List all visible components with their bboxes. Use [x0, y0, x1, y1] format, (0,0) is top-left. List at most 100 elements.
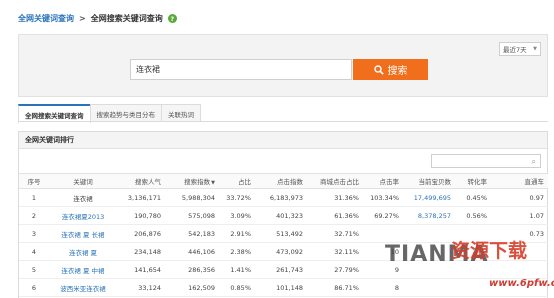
- data-cell: 190,780: [117, 206, 165, 225]
- data-cell: 33.72%: [219, 188, 255, 207]
- column-header-label: 搜索指数: [184, 178, 211, 186]
- column-header[interactable]: 直通车: [491, 173, 548, 189]
- rank-cell: 2: [19, 206, 49, 225]
- data-cell: 0.85%: [219, 278, 255, 297]
- column-header[interactable]: 转化率: [455, 173, 491, 189]
- column-header[interactable]: 关键词: [49, 173, 117, 189]
- data-cell: [491, 278, 548, 297]
- breadcrumb-root-link[interactable]: 全网关键词查询: [18, 13, 74, 24]
- column-header[interactable]: 当前宝贝数: [403, 173, 455, 189]
- column-header[interactable]: 占比: [219, 173, 255, 189]
- data-cell: 141,654: [117, 260, 165, 279]
- product-count-link[interactable]: 17,499,695: [403, 188, 455, 207]
- data-cell: 1.07: [491, 206, 548, 225]
- data-cell: 5,988,304: [165, 188, 219, 207]
- data-cell: 69.27%: [363, 206, 403, 225]
- search-icon: [373, 64, 384, 75]
- data-cell: 9: [363, 260, 403, 279]
- date-range-select[interactable]: 最近7天 ▼: [499, 42, 541, 56]
- data-cell: 234,148: [117, 242, 165, 261]
- date-range-label: 最近7天: [503, 46, 527, 54]
- rank-cell: 5: [19, 260, 49, 279]
- data-cell: 473,092: [255, 242, 307, 261]
- product-count-link[interactable]: 8,378,257: [403, 206, 455, 225]
- search-panel: 最近7天 ▼ 连衣裙 搜索: [18, 34, 548, 97]
- data-cell: [455, 260, 491, 279]
- table-row: 6 波西米亚连衣裙 33,124 162,509 0.85% 101,148 8…: [19, 278, 548, 297]
- data-cell: 86.71%: [307, 278, 363, 297]
- product-count-link[interactable]: [403, 242, 455, 261]
- sort-down-icon: ▼: [211, 180, 215, 186]
- product-count-link[interactable]: [403, 260, 455, 279]
- data-cell: 3,136,171: [117, 188, 165, 207]
- help-icon[interactable]: ?: [167, 14, 177, 23]
- data-cell: 32.71%: [307, 224, 363, 243]
- ranking-panel: 全网关键词排行 ⌕ 序号 关键词 搜索人气 搜索指数▼ 占比 点击指数 商城点击…: [18, 131, 548, 298]
- data-cell: 162,509: [165, 278, 219, 297]
- data-cell: 206,876: [117, 224, 165, 243]
- table-row: 1 连衣裙 3,136,171 5,988,304 33.72% 6,183,9…: [19, 188, 548, 207]
- product-count-link[interactable]: [403, 224, 455, 243]
- table-row: 5 连衣裙 夏 中裙 141,654 286,356 1.41% 261,743…: [19, 260, 548, 279]
- ranking-title: 全网关键词排行: [19, 132, 547, 149]
- data-cell: 575,098: [165, 206, 219, 225]
- page-title: 全网搜索关键词查询: [90, 14, 163, 23]
- data-cell: 0.45%: [455, 188, 491, 207]
- search-icon[interactable]: ⌕: [532, 157, 536, 167]
- data-cell: [491, 242, 548, 261]
- tab-divider: [18, 121, 548, 122]
- search-input[interactable]: 连衣裙: [130, 59, 352, 80]
- data-cell: 32.11%: [307, 242, 363, 261]
- data-cell: 542,183: [165, 224, 219, 243]
- data-cell: [455, 242, 491, 261]
- keyword-link[interactable]: 连衣裙夏2013: [49, 206, 117, 225]
- tab-search-trend[interactable]: 搜索趋势与类目分布: [89, 104, 162, 122]
- chevron-down-icon: ▼: [533, 46, 537, 52]
- data-cell: 101,148: [255, 278, 307, 297]
- keyword-cell: 连衣裙: [49, 188, 117, 207]
- data-cell: 1.41%: [219, 260, 255, 279]
- breadcrumb-separator: >: [79, 14, 86, 23]
- keyword-link[interactable]: 连衣裙 夏: [49, 242, 117, 261]
- keyword-link[interactable]: 波西米亚连衣裙: [49, 278, 117, 297]
- column-header: 序号: [19, 173, 49, 189]
- keyword-link[interactable]: 连衣裙 夏 中裙: [49, 260, 117, 279]
- data-cell: 0.97: [491, 188, 548, 207]
- column-header[interactable]: 搜索人气: [117, 173, 165, 189]
- breadcrumb: 全网关键词查询 > 全网搜索关键词查询 ?: [18, 13, 177, 24]
- table-row: 3 连衣裙 夏 长裙 206,876 542,183 2.91% 513,492…: [19, 224, 548, 243]
- data-cell: 27.79%: [307, 260, 363, 279]
- search-button[interactable]: 搜索: [353, 59, 428, 80]
- data-cell: [363, 224, 403, 243]
- tab-related-terms[interactable]: 关联热词: [161, 104, 201, 122]
- data-cell: 2.38%: [219, 242, 255, 261]
- data-cell: [491, 260, 548, 279]
- column-header[interactable]: 点击指数: [255, 173, 307, 189]
- filter-input[interactable]: ⌕: [431, 154, 541, 168]
- column-header[interactable]: 点击率: [363, 173, 403, 189]
- data-cell: 8: [363, 278, 403, 297]
- data-cell: 61.36%: [307, 206, 363, 225]
- data-cell: 6,183,973: [255, 188, 307, 207]
- data-cell: 0.56%: [455, 206, 491, 225]
- data-cell: 401,323: [255, 206, 307, 225]
- rank-cell: 1: [19, 188, 49, 207]
- data-cell: 3.09%: [219, 206, 255, 225]
- data-cell: 0.73: [491, 224, 548, 243]
- table-header-row: 序号 关键词 搜索人气 搜索指数▼ 占比 点击指数 商城点击占比 点击率 当前宝…: [19, 173, 548, 189]
- column-header[interactable]: 搜索指数▼: [165, 173, 219, 189]
- data-cell: 10: [363, 242, 403, 261]
- ranking-table: 序号 关键词 搜索人气 搜索指数▼ 占比 点击指数 商城点击占比 点击率 当前宝…: [19, 173, 548, 297]
- table-row: 2 连衣裙夏2013 190,780 575,098 3.09% 401,323…: [19, 206, 548, 225]
- data-cell: [455, 224, 491, 243]
- rank-cell: 3: [19, 224, 49, 243]
- search-button-label: 搜索: [387, 66, 408, 77]
- tab-bar: 全网搜索关键词查询 搜索趋势与类目分布 关联热词: [18, 104, 201, 123]
- data-cell: 33,124: [117, 278, 165, 297]
- product-count-link[interactable]: [403, 278, 455, 297]
- data-cell: 261,743: [255, 260, 307, 279]
- column-header[interactable]: 商城点击占比: [307, 173, 363, 189]
- keyword-link[interactable]: 连衣裙 夏 长裙: [49, 224, 117, 243]
- data-cell: 103.34%: [363, 188, 403, 207]
- rank-cell: 4: [19, 242, 49, 261]
